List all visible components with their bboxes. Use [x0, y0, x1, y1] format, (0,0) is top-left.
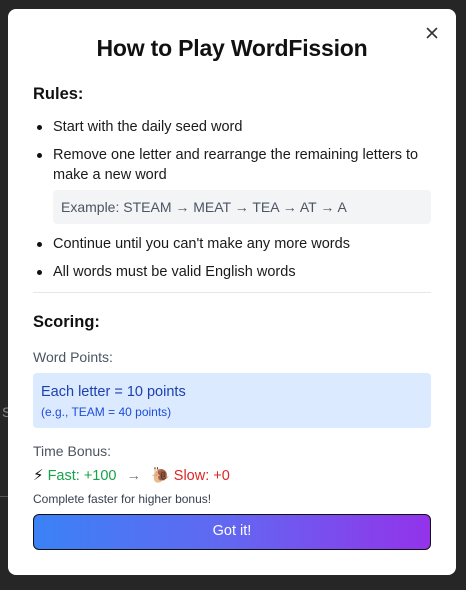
rule-item: All words must be valid English words	[33, 262, 431, 282]
section-divider	[33, 292, 431, 293]
example-box: Example: STEAM → MEAT → TEA → AT → A	[53, 190, 431, 224]
time-bonus-row: ⚡ Fast: +100 → 🐌 Slow: +0	[33, 465, 431, 487]
rule-item: Continue until you can't make any more w…	[33, 234, 431, 254]
fast-bonus-text: Fast: +100	[47, 468, 117, 484]
modal-title: How to Play WordFission	[96, 35, 368, 61]
rule-item: Remove one letter and rearrange the rema…	[33, 145, 431, 224]
points-rule: Each letter = 10 points	[41, 384, 186, 400]
word-points-box: Each letter = 10 points (e.g., TEAM = 40…	[33, 373, 431, 428]
modal-content: Rules: Start with the daily seed word Re…	[33, 85, 431, 507]
points-example: (e.g., TEAM = 40 points)	[41, 405, 172, 419]
rules-list: Start with the daily seed word Remove on…	[33, 117, 431, 282]
scoring-heading: Scoring:	[33, 313, 100, 331]
slow-bonus-text: Slow: +0	[173, 468, 230, 484]
word-points-label: Word Points:	[33, 349, 113, 365]
got-it-button[interactable]: Got it!	[33, 514, 431, 550]
rule-item-text: Remove one letter and rearrange the rema…	[53, 147, 419, 183]
arrow-icon: →	[126, 468, 142, 484]
how-to-play-modal: How to Play WordFission Rules: Start wit…	[8, 9, 456, 575]
bonus-note: Complete faster for higher bonus!	[33, 492, 212, 506]
lightning-icon: ⚡	[33, 467, 44, 484]
time-bonus-label: Time Bonus:	[33, 443, 112, 459]
rules-heading: Rules:	[33, 85, 84, 103]
snail-icon: 🐌	[151, 467, 170, 484]
rule-item: Start with the daily seed word	[33, 117, 431, 137]
